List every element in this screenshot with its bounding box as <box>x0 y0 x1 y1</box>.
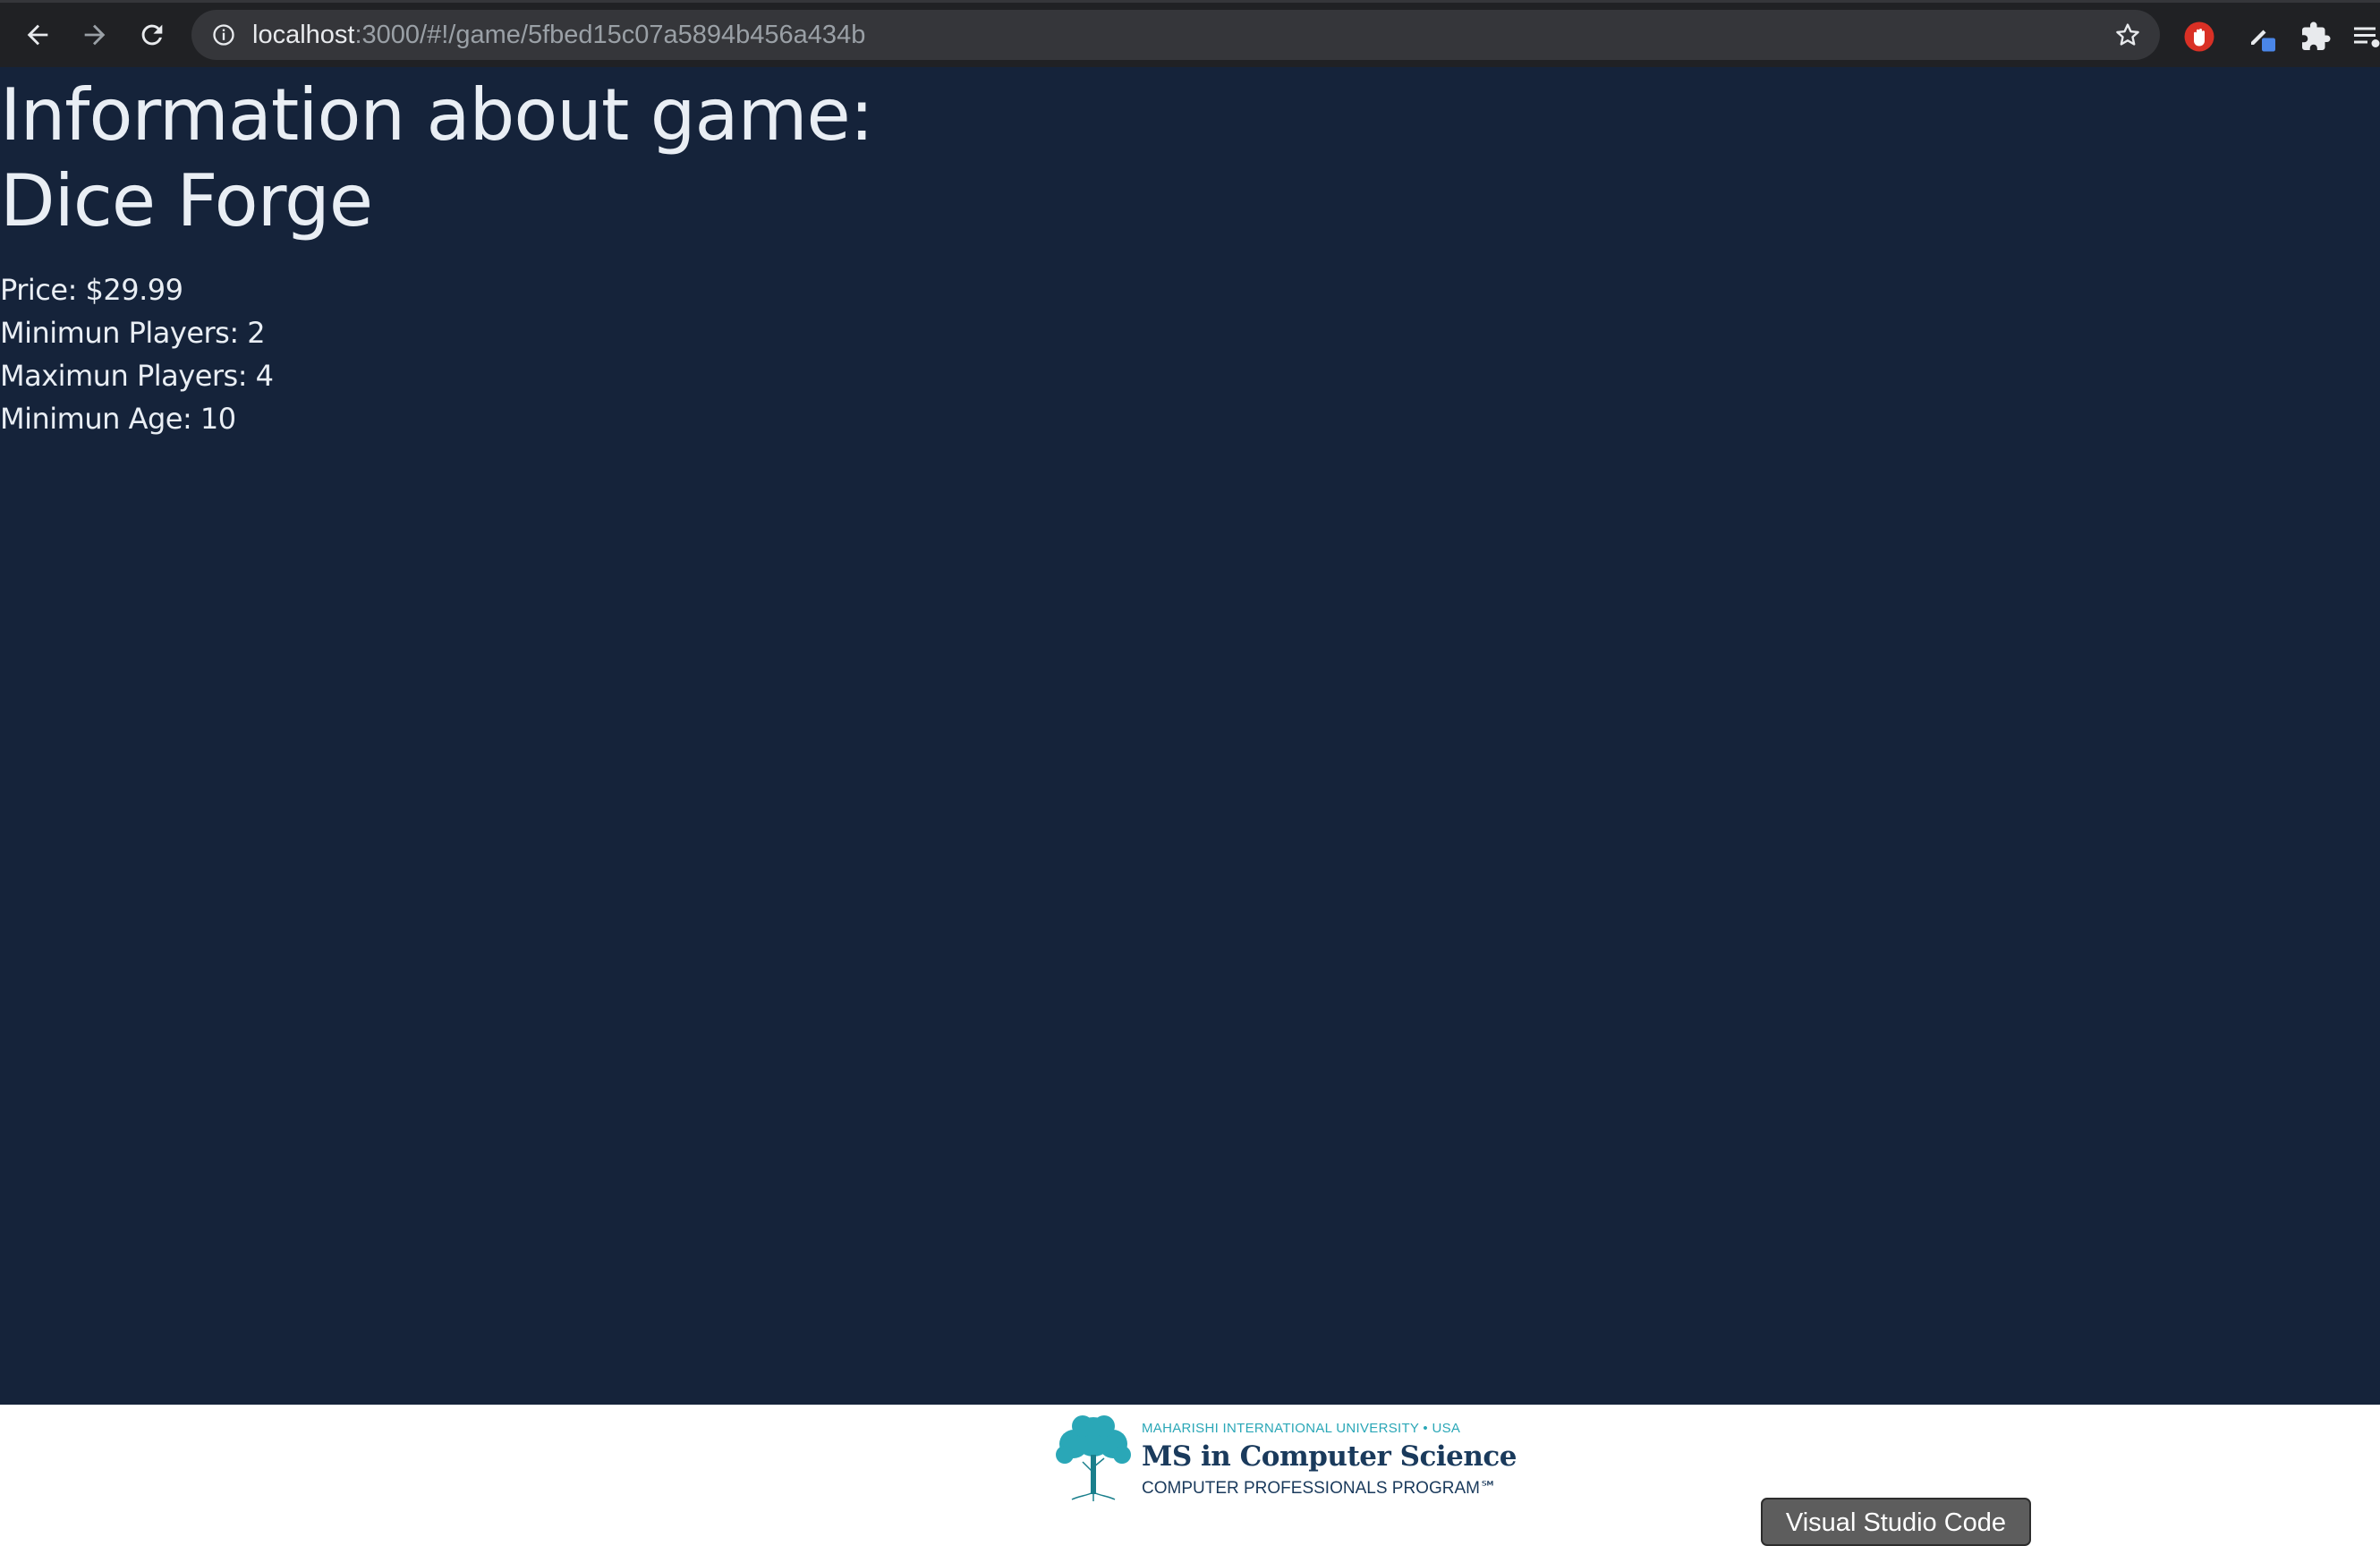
pen-extension-button[interactable] <box>2244 19 2280 55</box>
logo-program-subtitle: COMPUTER PROFESSIONALS PROGRAM℠ <box>1142 1479 1498 1498</box>
url-text: localhost:3000/#!/game/5fbed15c07a5894b4… <box>252 19 865 51</box>
reload-button[interactable] <box>132 15 172 55</box>
university-logo: MAHARISHI INTERNATIONAL UNIVERSITY • USA… <box>1049 1410 1517 1508</box>
game-min-players: Minimun Players: 2 <box>0 316 266 350</box>
reading-list-icon <box>2354 27 2380 47</box>
forward-arrow-icon <box>84 24 106 46</box>
game-min-age: Minimun Age: 10 <box>0 402 236 436</box>
stop-hand-extension-icon <box>2184 21 2214 52</box>
game-name: Dice Forge <box>0 159 373 242</box>
address-bar[interactable]: localhost:3000/#!/game/5fbed15c07a5894b4… <box>191 10 2160 60</box>
page-title-line-1: Information about game: <box>0 73 874 157</box>
puzzle-extension-icon <box>2302 21 2331 50</box>
footer: MAHARISHI INTERNATIONAL UNIVERSITY • USA… <box>0 1405 2380 1546</box>
star-icon[interactable] <box>2113 21 2142 49</box>
reload-icon <box>141 24 163 46</box>
forward-button[interactable] <box>75 15 115 55</box>
tree-logo-icon <box>1056 1415 1131 1501</box>
back-button[interactable] <box>18 15 57 55</box>
game-max-players: Maximun Players: 4 <box>0 359 274 393</box>
info-icon[interactable] <box>211 22 236 47</box>
logo-university-name: MAHARISHI INTERNATIONAL UNIVERSITY • USA <box>1142 1421 1461 1436</box>
browser-toolbar: localhost:3000/#!/game/5fbed15c07a5894b4… <box>0 0 2380 67</box>
visual-studio-code-button[interactable]: Visual Studio Code <box>1761 1498 2031 1546</box>
game-detail-page: Information about game: Dice Forge Price… <box>0 67 2380 1405</box>
game-details: Price: $29.99 Minimun Players: 2 Maximun… <box>0 268 274 440</box>
url-path: :3000/#!/game/5fbed15c07a5894b456a434b <box>354 21 866 49</box>
pen-extension-icon <box>2251 30 2275 52</box>
reading-list-button[interactable] <box>2350 19 2380 55</box>
url-host: localhost <box>252 21 355 49</box>
game-price: Price: $29.99 <box>0 273 183 307</box>
back-arrow-icon <box>27 24 48 46</box>
stop-hand-extension-button[interactable] <box>2181 19 2217 55</box>
extensions-button[interactable] <box>2298 19 2333 55</box>
logo-program-title: MS in Computer Science <box>1142 1440 1517 1473</box>
page-title: Information about game: Dice Forge <box>0 72 874 244</box>
